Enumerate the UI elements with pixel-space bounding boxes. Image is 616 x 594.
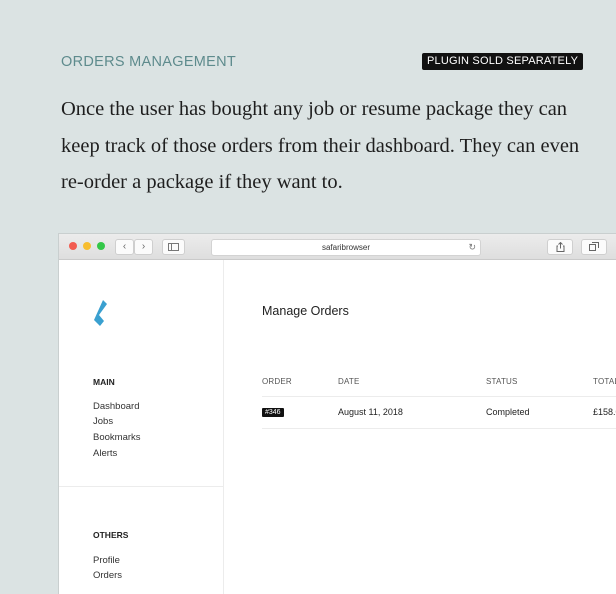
order-number-link[interactable]: #346 <box>262 408 284 417</box>
back-button[interactable]: ‹ <box>115 239 134 255</box>
chevron-right-icon: › <box>141 241 146 252</box>
sidebar-item-jobs[interactable]: Jobs <box>93 416 113 427</box>
sidebar-item-profile[interactable]: Profile <box>93 555 120 566</box>
sidebar-item-dashboard[interactable]: Dashboard <box>93 401 139 412</box>
browser-window: ‹ › safaribrowser ↻ MAIN Dashboard Jobs … <box>59 234 616 594</box>
nav-heading-main: MAIN <box>93 377 115 387</box>
section-title: ORDERS MANAGEMENT <box>61 54 237 70</box>
tabs-icon <box>589 242 599 251</box>
sidebar-divider <box>59 486 223 487</box>
minimize-window-button[interactable] <box>83 242 91 250</box>
orders-main-panel: Manage Orders ORDER DATE STATUS TOTAL #3… <box>224 260 616 594</box>
maximize-window-button[interactable] <box>97 242 105 250</box>
order-total: £158.00 <box>593 407 616 417</box>
share-button[interactable] <box>547 239 573 255</box>
sidebar-toggle-button[interactable] <box>162 239 185 255</box>
column-header-date: DATE <box>338 377 360 386</box>
page-title: Manage Orders <box>262 304 349 318</box>
forward-button[interactable]: › <box>134 239 153 255</box>
column-header-total: TOTAL <box>593 377 616 386</box>
chevron-left-icon: ‹ <box>122 241 127 252</box>
reload-icon[interactable]: ↻ <box>468 240 476 255</box>
close-window-button[interactable] <box>69 242 77 250</box>
order-status: Completed <box>486 407 530 417</box>
table-row-divider <box>262 428 616 429</box>
sidebar-icon <box>168 243 179 251</box>
address-bar[interactable]: safaribrowser ↻ <box>211 239 481 256</box>
sidebar-item-bookmarks[interactable]: Bookmarks <box>93 432 141 443</box>
table-header-divider <box>262 396 616 397</box>
column-header-order: ORDER <box>262 377 292 386</box>
tabs-button[interactable] <box>581 239 607 255</box>
url-text: safaribrowser <box>321 243 370 252</box>
browser-toolbar: ‹ › safaribrowser ↻ <box>59 234 616 260</box>
site-logo <box>94 300 107 326</box>
share-icon <box>556 241 564 252</box>
order-date: August 11, 2018 <box>338 407 403 417</box>
nav-heading-others: OTHERS <box>93 530 129 540</box>
dashboard-sidebar: MAIN Dashboard Jobs Bookmarks Alerts OTH… <box>59 260 224 594</box>
plugin-badge: PLUGIN SOLD SEPARATELY <box>422 53 584 70</box>
sidebar-item-alerts[interactable]: Alerts <box>93 448 117 459</box>
sidebar-item-orders[interactable]: Orders <box>93 570 122 581</box>
description: Once the user has bought any job or resu… <box>61 98 580 193</box>
column-header-status: STATUS <box>486 377 518 386</box>
